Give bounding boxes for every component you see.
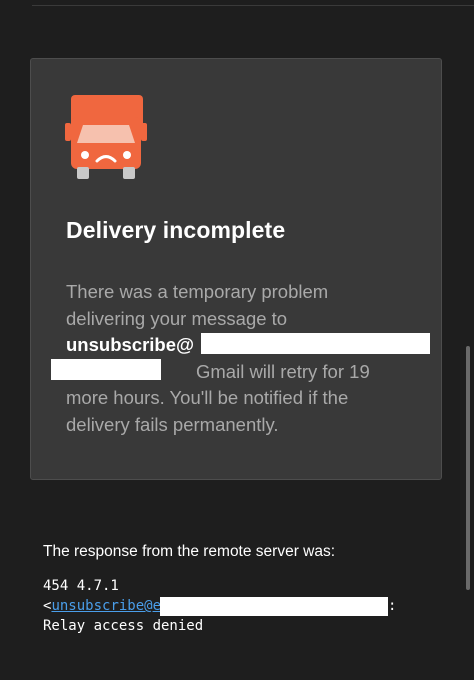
message-line-1: There was a temporary problem — [66, 281, 329, 302]
response-label: The response from the remote server was: — [43, 543, 336, 560]
recipient-email-link[interactable]: unsubscribe@e — [51, 598, 161, 614]
message-line-6: delivery fails permanently. — [66, 413, 279, 435]
divider — [32, 5, 474, 6]
scrollbar[interactable] — [466, 346, 470, 590]
response-code: 454 4.7.1 — [43, 578, 119, 594]
redaction-box — [201, 333, 430, 354]
delivery-truck-sad-icon — [65, 95, 147, 179]
message-line-5: more hours. You'll be notified if the — [66, 387, 349, 408]
response-address-line: <unsubscribe@e — [43, 598, 161, 614]
email-view: Delivery incomplete There was a temporar… — [0, 0, 474, 680]
message-line-2: delivering your message to — [66, 307, 288, 329]
redaction-box — [51, 359, 161, 380]
response-detail: Relay access denied — [43, 618, 204, 634]
card-title: Delivery incomplete — [66, 217, 286, 243]
delivery-status-card: Delivery incomplete There was a temporar… — [30, 58, 442, 480]
address-colon: : — [388, 598, 397, 614]
redaction-box — [160, 597, 388, 616]
